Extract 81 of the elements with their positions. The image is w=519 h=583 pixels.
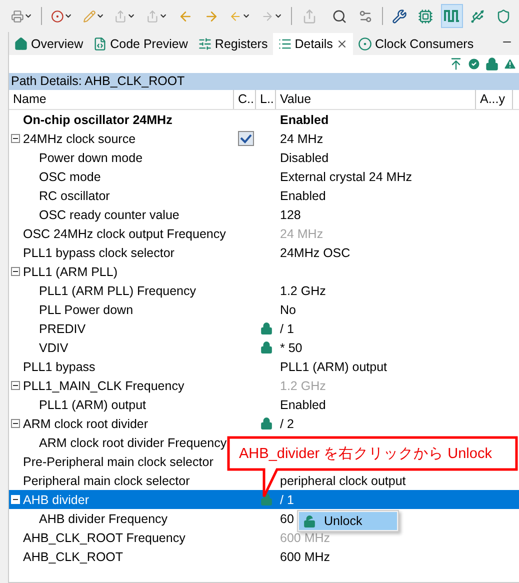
row-value: Enabled	[279, 188, 326, 202]
arrow-to-top-icon[interactable]	[449, 57, 463, 71]
search-icon[interactable]	[332, 8, 347, 24]
row-value: 600 MHz	[279, 550, 330, 564]
row-name: PREDIV	[39, 322, 86, 336]
tab[interactable]: Clock Consumers	[352, 33, 479, 55]
row-name: PLL1 (ARM) output	[39, 398, 146, 412]
row-name: AHB divider	[23, 492, 89, 506]
row-name: AHB_CLK_ROOT Frequency	[23, 530, 186, 544]
row-value: 128	[279, 208, 301, 222]
path-details-header: Path Details: AHB_CLK_ROOT	[9, 73, 519, 90]
row-value: No	[279, 302, 296, 316]
tab[interactable]: Details	[272, 33, 353, 55]
row-value: peripheral clock output	[279, 474, 406, 488]
list-icon	[278, 37, 292, 51]
warning-icon[interactable]	[503, 57, 517, 71]
row-name: PLL1_MAIN_CLK Frequency	[23, 378, 184, 392]
row-value: 24 MHz	[279, 226, 324, 240]
selected-row[interactable]: AHB divider / 1	[9, 490, 519, 509]
row-name: PLL1 (ARM PLL)	[23, 264, 118, 278]
collapse-toggle[interactable]	[11, 419, 20, 428]
row-value: External crystal 24 MHz	[279, 170, 412, 184]
column-header[interactable]: Name	[9, 90, 234, 109]
row-value: Enabled	[279, 398, 326, 412]
row-name: PLL1 bypass	[23, 360, 96, 374]
column-header[interactable]: A...y	[476, 90, 513, 109]
tab[interactable]: Registers	[192, 33, 273, 55]
row-name: On-chip oscillator 24MHz	[23, 112, 172, 126]
collapse-toggle[interactable]	[11, 267, 20, 276]
checkbox[interactable]	[238, 131, 254, 146]
collapse-toggle[interactable]	[11, 134, 20, 143]
row-name: OSC mode	[39, 170, 101, 184]
row-value: 1.2 GHz	[279, 378, 326, 392]
home-icon	[14, 37, 28, 51]
row-name: 24MHz clock source	[23, 132, 136, 146]
collapse-toggle[interactable]	[11, 381, 20, 390]
unlock-icon	[303, 514, 316, 528]
tab[interactable]: Code Preview	[88, 33, 193, 55]
row-name: VDIV	[39, 340, 68, 354]
row-value: / 1	[279, 492, 294, 506]
row-name: OSC 24MHz clock output Frequency	[23, 226, 226, 240]
close-icon[interactable]	[336, 38, 348, 50]
column-header[interactable]: C...	[234, 90, 256, 109]
column-header[interactable]: Value	[276, 90, 476, 109]
row-name: AHB divider Frequency	[39, 512, 168, 526]
clock-ring-icon	[358, 37, 372, 51]
row-name: OSC ready counter value	[39, 208, 180, 222]
usb-icon[interactable]	[470, 8, 486, 24]
column-header[interactable]: L...	[256, 90, 276, 109]
tab[interactable]: Overview	[9, 33, 88, 55]
chip-icon[interactable]	[418, 8, 434, 24]
row-name: PLL1 (ARM PLL) Frequency	[39, 284, 196, 298]
menu-item[interactable]: Unlock	[299, 512, 397, 530]
row-value: 60	[279, 512, 294, 526]
check-circle-icon[interactable]	[467, 57, 481, 71]
lock-icon[interactable]	[485, 57, 499, 71]
row-name: ARM clock root divider Frequency	[39, 436, 227, 450]
row-name: PLL Power down	[39, 302, 134, 316]
row-value: Disabled	[279, 150, 329, 164]
row-value: 24MHz OSC	[279, 246, 350, 260]
tools-icon[interactable]	[392, 8, 408, 24]
row-value: * 50	[279, 340, 302, 354]
callout-text: AHB_divider を右クリックから Unlock	[239, 445, 492, 463]
row-value: / 2	[279, 416, 294, 430]
row-name: RC oscillator	[39, 188, 110, 202]
row-name: Pre-Peripheral main clock selector	[23, 454, 214, 468]
registers-icon	[198, 37, 212, 51]
row-name: Power down mode	[39, 150, 143, 164]
row-value: 24 MHz	[279, 132, 324, 146]
shield-icon[interactable]	[496, 8, 512, 24]
row-value: 600 MHz	[279, 530, 330, 544]
row-value: Enabled	[279, 112, 329, 126]
row-name: Peripheral main clock selector	[23, 474, 190, 488]
row-name: AHB_CLK_ROOT	[23, 550, 124, 564]
code-file-icon	[93, 37, 108, 51]
row-value: 1.2 GHz	[279, 284, 326, 298]
row-value: / 1	[279, 322, 294, 336]
waveform-icon[interactable]	[444, 9, 460, 23]
row-name: PLL1 bypass clock selector	[23, 246, 174, 260]
row-name: ARM clock root divider	[23, 416, 148, 430]
row-value: PLL1 (ARM) output	[279, 360, 387, 374]
